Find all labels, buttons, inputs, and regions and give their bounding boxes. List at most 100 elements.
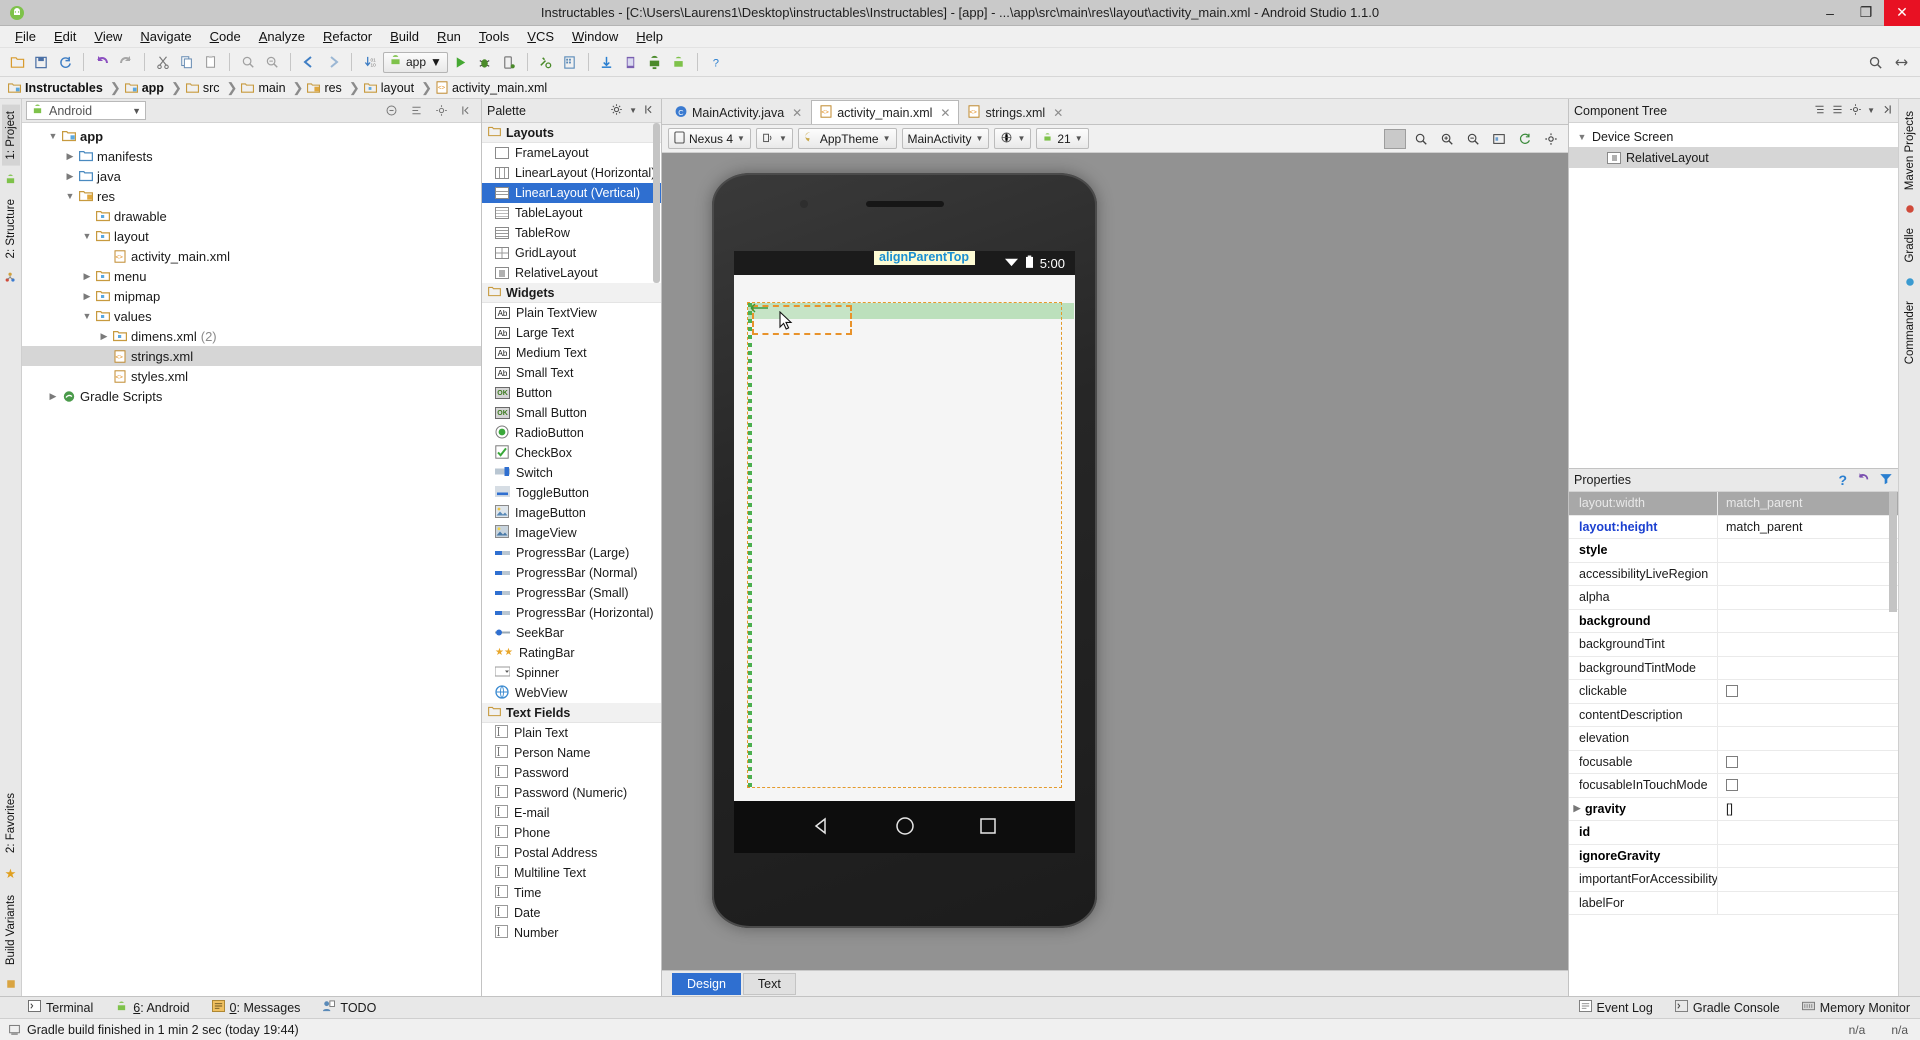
compile-icon[interactable]: 01 10 — [359, 51, 381, 73]
help-icon[interactable]: ? — [705, 51, 727, 73]
property-row-focusableintouchmode[interactable]: focusableInTouchMode — [1569, 774, 1898, 798]
tool-window-0-messages[interactable]: 0: Messages — [211, 1000, 300, 1015]
palette-item-time[interactable]: Time — [482, 883, 661, 903]
property-row-labelfor[interactable]: labelFor — [1569, 891, 1898, 915]
breadcrumb-item-app[interactable]: app — [124, 81, 167, 95]
paste-icon[interactable] — [200, 51, 222, 73]
property-row-background[interactable]: background — [1569, 609, 1898, 633]
orientation-selector[interactable]: ▼ — [755, 128, 793, 149]
property-row-accessibilityliveregion[interactable]: accessibilityLiveRegion — [1569, 562, 1898, 586]
palette-item-progressbar-horizontal-[interactable]: ProgressBar (Horizontal) — [482, 603, 661, 623]
sync-icon[interactable] — [54, 51, 76, 73]
palette-item-imagebutton[interactable]: ImageButton — [482, 503, 661, 523]
chevron-right-icon[interactable]: ▶ — [80, 291, 94, 302]
api-level-selector[interactable]: 21 ▼ — [1036, 128, 1089, 149]
palette-item-plain-text[interactable]: Plain Text — [482, 723, 661, 743]
chevron-right-icon[interactable]: ▶ — [97, 331, 111, 342]
palette-item-progressbar-normal-[interactable]: ProgressBar (Normal) — [482, 563, 661, 583]
close-icon[interactable]: ✕ — [940, 106, 950, 120]
property-row-elevation[interactable]: elevation — [1569, 727, 1898, 751]
close-button[interactable]: ✕ — [1884, 0, 1920, 26]
undo-icon[interactable] — [91, 51, 113, 73]
property-value-cell[interactable] — [1717, 680, 1898, 703]
breadcrumb-item-activity_main-xml[interactable]: <> activity_main.xml — [436, 81, 550, 95]
minimize-button[interactable]: – — [1812, 0, 1848, 26]
property-value-cell[interactable] — [1717, 633, 1898, 656]
palette-item-date[interactable]: Date — [482, 903, 661, 923]
menu-item-window[interactable]: Window — [563, 27, 627, 46]
menu-item-run[interactable]: Run — [428, 27, 470, 46]
palette-scrollbar[interactable] — [653, 123, 660, 283]
tree-row-app[interactable]: ▼ app — [22, 126, 481, 146]
palette-item-switch[interactable]: Switch — [482, 463, 661, 483]
collapse-all-icon[interactable] — [380, 100, 402, 122]
property-value-cell[interactable]: [] — [1717, 797, 1898, 820]
cut-icon[interactable] — [152, 51, 174, 73]
sidebar-item-gradle[interactable]: Gradle — [1901, 222, 1919, 269]
open-folder-icon[interactable] — [6, 51, 28, 73]
property-row-layout-width[interactable]: layout:width match_parent — [1569, 492, 1898, 516]
property-value-cell[interactable] — [1717, 656, 1898, 679]
config-icon[interactable] — [1540, 128, 1562, 150]
sidebar-item-build-variants[interactable]: Build Variants — [2, 889, 20, 971]
replace-icon[interactable] — [261, 51, 283, 73]
device-monitor-icon[interactable] — [620, 51, 642, 73]
breadcrumb-item-main[interactable]: main — [241, 81, 288, 95]
property-row-style[interactable]: style — [1569, 539, 1898, 563]
run-icon[interactable] — [450, 51, 472, 73]
palette-item-plain-textview[interactable]: Ab Plain TextView — [482, 303, 661, 323]
menu-item-tools[interactable]: Tools — [470, 27, 518, 46]
home-circle-icon[interactable] — [894, 815, 916, 840]
save-all-icon[interactable] — [30, 51, 52, 73]
property-value-cell[interactable] — [1717, 750, 1898, 773]
back-icon[interactable] — [298, 51, 320, 73]
recents-square-icon[interactable] — [978, 816, 998, 839]
tree-row-activity_main-xml[interactable]: • <> activity_main.xml — [22, 246, 481, 266]
chevron-right-icon[interactable]: ▶ — [1571, 803, 1583, 814]
maximize-button[interactable]: ❐ — [1848, 0, 1884, 26]
hide-icon[interactable] — [455, 100, 477, 122]
property-value-cell[interactable] — [1717, 586, 1898, 609]
chevron-right-icon[interactable]: ▶ — [63, 171, 77, 182]
palette-item-webview[interactable]: WebView — [482, 683, 661, 703]
property-value-cell[interactable] — [1717, 609, 1898, 632]
property-value-cell[interactable] — [1717, 562, 1898, 585]
device-selector[interactable]: Nexus 4 ▼ — [668, 128, 751, 149]
menu-item-navigate[interactable]: Navigate — [131, 27, 200, 46]
help-icon[interactable]: ? — [1838, 472, 1847, 488]
menu-item-vcs[interactable]: VCS — [518, 27, 563, 46]
palette-item-progressbar-small-[interactable]: ProgressBar (Small) — [482, 583, 661, 603]
avd-manager-icon[interactable] — [559, 51, 581, 73]
sidebar-item-project[interactable]: 1: Project — [1, 105, 20, 166]
chevron-down-icon[interactable]: ▼ — [80, 231, 94, 241]
palette-item-small-text[interactable]: Ab Small Text — [482, 363, 661, 383]
chevron-right-icon[interactable]: ▶ — [80, 271, 94, 282]
tree-row-styles-xml[interactable]: • <> styles.xml — [22, 366, 481, 386]
property-value-cell[interactable]: match_parent — [1717, 515, 1898, 538]
sidebar-item-maven-projects[interactable]: Maven Projects — [1901, 105, 1919, 196]
palette-group-layouts[interactable]: Layouts — [482, 123, 661, 143]
gear-icon[interactable] — [1849, 103, 1862, 119]
component-tree-row-relativelayout[interactable]: • RelativeLayout — [1569, 147, 1898, 168]
tool-window-todo[interactable]: TODO — [322, 1000, 376, 1015]
editor-tab-strings-xml[interactable]: <> strings.xml ✕ — [959, 100, 1072, 124]
property-value-cell[interactable]: match_parent — [1717, 492, 1898, 515]
menu-item-view[interactable]: View — [85, 27, 131, 46]
tree-row-layout[interactable]: ▼ layout — [22, 226, 481, 246]
palette-item-checkbox[interactable]: CheckBox — [482, 443, 661, 463]
screenshot-icon[interactable] — [1488, 128, 1510, 150]
palette-item-linearlayout-vertical-[interactable]: LinearLayout (Vertical) — [482, 183, 661, 203]
properties-table[interactable]: layout:width match_parent layout:height mat… — [1569, 492, 1898, 996]
refresh-icon[interactable] — [1514, 128, 1536, 150]
zoom-fit-icon[interactable] — [1384, 128, 1406, 149]
android-virtual-device-icon[interactable] — [644, 51, 666, 73]
component-tree-row-device-screen[interactable]: ▼ Device Screen — [1569, 126, 1898, 147]
palette-item-progressbar-large-[interactable]: ProgressBar (Large) — [482, 543, 661, 563]
palette-item-linearlayout-horizontal-[interactable]: LinearLayout (Horizontal) — [482, 163, 661, 183]
property-checkbox[interactable] — [1726, 755, 1738, 768]
palette-item-ratingbar[interactable]: ★★ RatingBar — [482, 643, 661, 663]
download-icon[interactable] — [596, 51, 618, 73]
project-tree[interactable]: ▼app▶manifests▶java▼res•drawable▼layout•… — [22, 123, 481, 996]
menu-item-file[interactable]: File — [6, 27, 45, 46]
locale-selector[interactable]: ▼ — [994, 128, 1032, 149]
